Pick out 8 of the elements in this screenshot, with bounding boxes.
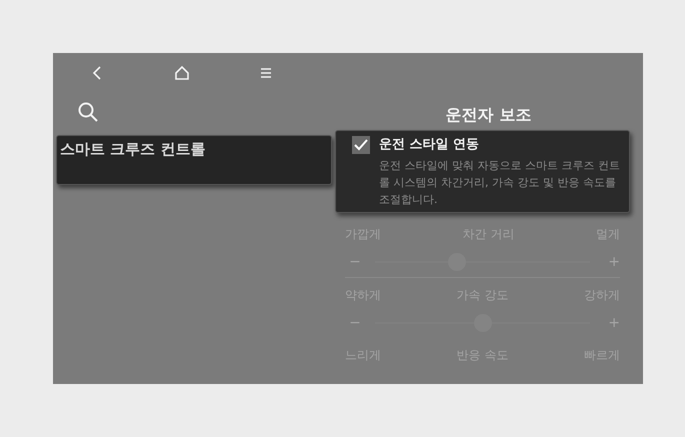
check-icon	[354, 138, 368, 151]
sidebar-item[interactable]: 스마트 크루즈 컨트롤	[56, 135, 332, 185]
panel-title: 운전자 보조	[444, 104, 532, 126]
checkbox[interactable]	[352, 136, 370, 154]
home-icon[interactable]	[173, 64, 191, 82]
option-label: 운전 스타일 연동	[379, 136, 480, 154]
option-description: 운전 스타일에 맞춰 자동으로 스마트 크루즈 컨트롤 시스템의 차간거리, 가속 강도 및 반응 속도를 조절합니다.	[379, 158, 621, 208]
search-icon[interactable]	[77, 101, 99, 123]
